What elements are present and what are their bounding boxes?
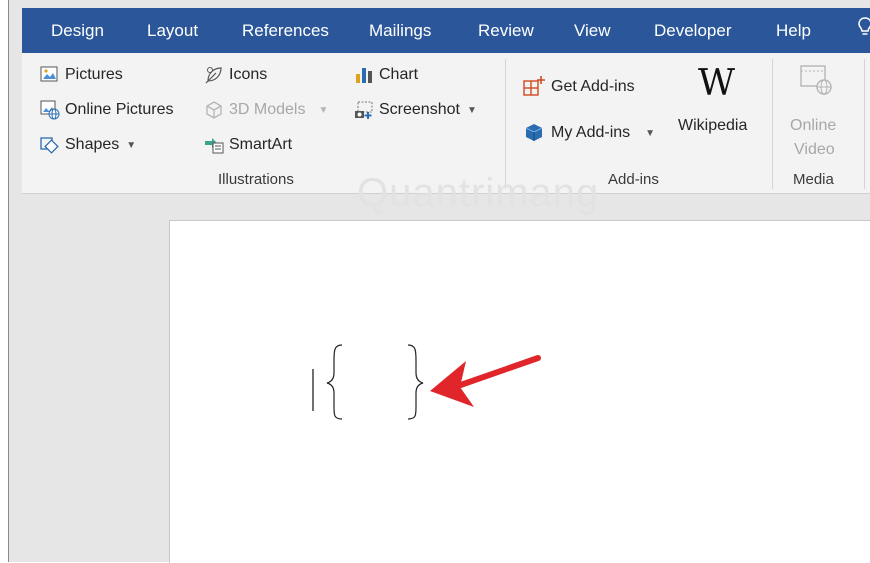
shapes-label: Shapes <box>65 136 120 153</box>
screenshot-label: Screenshot <box>379 101 460 118</box>
tab-help[interactable]: Help <box>776 8 811 53</box>
chevron-down-icon: ▼ <box>645 127 656 139</box>
cursor-and-braces <box>312 344 541 420</box>
icons-label: Icons <box>229 66 268 83</box>
addins-cube-icon <box>525 124 543 141</box>
online-pictures-label: Online Pictures <box>65 101 174 118</box>
tab-design[interactable]: Design <box>51 8 104 53</box>
icons-icon <box>205 67 222 84</box>
ribbon-tab-bar: Design Layout References Mailings Review… <box>22 8 870 53</box>
media-group-label: Media <box>793 171 834 188</box>
online-video-label-line1: Online <box>790 117 837 134</box>
tab-mailings[interactable]: Mailings <box>369 8 431 53</box>
my-addins-label: My Add-ins <box>551 124 631 141</box>
tab-view[interactable]: View <box>574 8 611 53</box>
get-addins-button[interactable]: Get Add-ins <box>522 75 635 99</box>
chevron-down-icon: ▼ <box>318 104 329 116</box>
shapes-icon <box>40 137 59 154</box>
right-brace <box>407 344 424 420</box>
wikipedia-button[interactable]: W Wikipedia <box>676 59 762 149</box>
chart-icon <box>356 68 372 83</box>
smartart-label: SmartArt <box>229 136 293 153</box>
smartart-button[interactable]: SmartArt <box>204 133 292 157</box>
screenshot-button[interactable]: Screenshot ▼ <box>354 98 477 122</box>
pictures-icon <box>40 66 58 82</box>
smartart-icon <box>205 138 224 154</box>
online-video-label-line2: Video <box>794 141 835 158</box>
pictures-label: Pictures <box>65 66 123 83</box>
addins-group-label: Add-ins <box>608 171 659 188</box>
document-page[interactable] <box>169 220 870 563</box>
chevron-down-icon: ▼ <box>466 104 477 116</box>
3d-models-label: 3D Models <box>229 101 306 118</box>
chart-button[interactable]: Chart <box>354 63 418 87</box>
online-video-button[interactable]: Online Video <box>782 59 852 163</box>
tab-references[interactable]: References <box>242 8 329 53</box>
my-addins-button[interactable]: My Add-ins ▼ <box>522 121 655 145</box>
watermark: Quantrimang <box>357 171 600 215</box>
chart-label: Chart <box>379 66 419 83</box>
wikipedia-label: Wikipedia <box>678 117 748 134</box>
illustrations-group-label: Illustrations <box>218 171 294 188</box>
ribbon-insert: Pictures Online Pictures Shapes ▼ Icons <box>22 53 870 215</box>
cube-icon <box>206 101 222 119</box>
wikipedia-icon: W <box>698 63 736 104</box>
online-pictures-icon <box>40 100 60 120</box>
tab-layout[interactable]: Layout <box>147 8 198 53</box>
group-separator <box>772 59 773 189</box>
screenshot-icon <box>355 101 373 119</box>
icons-button[interactable]: Icons <box>204 63 267 87</box>
shapes-button[interactable]: Shapes ▼ <box>40 133 136 157</box>
3d-models-button[interactable]: 3D Models ▼ <box>204 98 328 122</box>
left-brace <box>326 344 343 420</box>
tab-developer[interactable]: Developer <box>654 8 732 53</box>
lightbulb-icon[interactable] <box>858 16 870 38</box>
group-separator <box>864 59 865 189</box>
store-icon <box>523 76 545 96</box>
get-addins-label: Get Add-ins <box>551 78 635 95</box>
online-video-icon <box>800 65 832 95</box>
online-pictures-button[interactable]: Online Pictures <box>40 98 174 122</box>
pictures-button[interactable]: Pictures <box>40 63 123 87</box>
tab-review[interactable]: Review <box>478 8 534 53</box>
group-separator <box>505 59 506 189</box>
red-arrow-annotation <box>430 355 541 407</box>
chevron-down-icon: ▼ <box>126 139 137 151</box>
